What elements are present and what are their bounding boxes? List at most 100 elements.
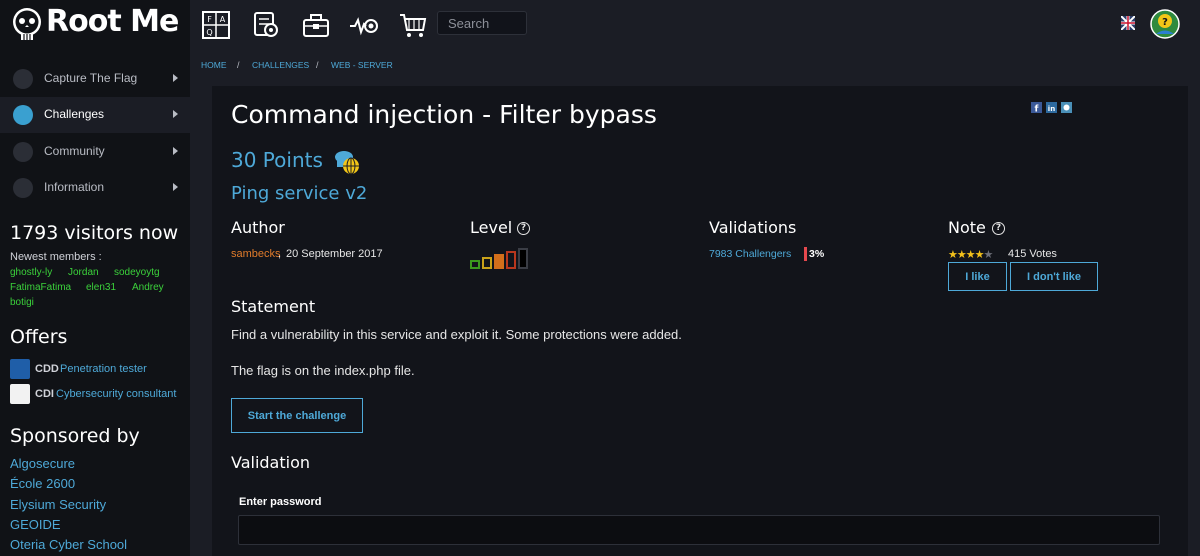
member-link[interactable]: ghostly-ly xyxy=(10,267,52,278)
news-icon[interactable] xyxy=(349,10,379,40)
sidebar-item-label: Information xyxy=(44,180,105,194)
password-input[interactable] xyxy=(238,515,1160,545)
breadcrumb-home[interactable]: HOME xyxy=(201,60,227,70)
level-bar-2 xyxy=(482,257,492,269)
star-icon: ★ xyxy=(983,249,994,261)
community-icon xyxy=(13,142,33,162)
validation-percent-bar xyxy=(804,247,807,261)
chevron-right-icon xyxy=(173,147,178,155)
level-bar-1 xyxy=(470,260,480,269)
svg-text:?: ? xyxy=(1162,17,1168,28)
twitter-share-icon[interactable] xyxy=(1061,102,1072,113)
member-link[interactable]: FatimaFatima xyxy=(10,282,71,293)
like-button[interactable]: I like xyxy=(948,262,1007,291)
sidebar-item-capture-the-flag[interactable]: Capture The Flag xyxy=(0,61,190,97)
sidebar-item-information[interactable]: Information xyxy=(0,170,190,206)
note-heading: Note xyxy=(948,218,986,237)
user-avatar[interactable]: ? xyxy=(1150,9,1180,39)
faq-icon[interactable]: F A Q xyxy=(201,10,231,40)
offer-link[interactable]: Cybersecurity consultant xyxy=(56,388,176,400)
svg-text:in: in xyxy=(1048,105,1055,113)
member-link[interactable]: Jordan xyxy=(68,267,99,278)
svg-text:F: F xyxy=(207,15,212,24)
start-challenge-button[interactable]: Start the challenge xyxy=(231,398,363,433)
validations-heading: Validations xyxy=(709,218,797,237)
sidebar-item-label: Challenges xyxy=(44,107,105,121)
newest-members-label: Newest members : xyxy=(10,251,102,263)
svg-text:Q: Q xyxy=(206,28,212,37)
note-help-icon[interactable]: ? xyxy=(992,222,1005,235)
breadcrumb-web-server[interactable]: WEB - SERVER xyxy=(331,60,393,70)
cdd-offer-icon xyxy=(10,359,30,379)
author-heading: Author xyxy=(231,218,285,237)
sidebar-item-label: Community xyxy=(44,144,105,158)
language-flag-icon[interactable] xyxy=(1121,16,1135,30)
offer-code: CDI xyxy=(35,388,54,400)
sidebar-item-label: Capture The Flag xyxy=(44,71,138,85)
sponsor-link[interactable]: GEOIDE xyxy=(10,517,61,532)
level-bar-4 xyxy=(506,251,516,269)
sponsor-link[interactable]: Elysium Security xyxy=(10,497,106,512)
skull-logo-icon xyxy=(13,8,41,40)
validations-link[interactable]: 7983 Challengers xyxy=(709,248,791,260)
svg-text:f: f xyxy=(1035,105,1039,114)
star-icon: ★ xyxy=(974,249,985,261)
chevron-right-icon xyxy=(173,110,178,118)
star-icon: ★ xyxy=(948,249,958,261)
validation-heading: Validation xyxy=(231,453,311,472)
information-icon xyxy=(13,178,33,198)
top-bar: Root Me F A Q Search ? xyxy=(0,0,1200,48)
challenge-title: Command injection - Filter bypass xyxy=(231,100,657,129)
statement-text: The flag is on the index.php file. xyxy=(231,363,415,378)
offer-link[interactable]: Penetration tester xyxy=(60,363,147,375)
linkedin-share-icon[interactable]: in xyxy=(1046,102,1057,113)
sponsor-link[interactable]: École 2600 xyxy=(10,476,75,491)
rating-stars: ★★★★★ xyxy=(948,248,994,261)
statement-text: Find a vulnerability in this service and… xyxy=(231,327,682,342)
member-link[interactable]: botigi xyxy=(10,297,34,308)
sponsor-link[interactable]: Algosecure xyxy=(10,456,75,471)
star-icon: ★ xyxy=(965,249,976,261)
challenges-icon xyxy=(13,105,33,125)
sidebar: Capture The Flag Challenges Community In… xyxy=(0,48,190,556)
dislike-button[interactable]: I don't like xyxy=(1010,262,1098,291)
chevron-right-icon xyxy=(173,74,178,82)
shop-icon[interactable] xyxy=(398,10,428,40)
sidebar-item-community[interactable]: Community xyxy=(0,134,190,170)
author-comma: , xyxy=(278,248,282,260)
level-help-icon[interactable]: ? xyxy=(517,222,530,235)
challenge-points: 30 Points xyxy=(231,148,323,172)
offer-code: CDD xyxy=(35,363,59,375)
chevron-right-icon xyxy=(173,183,178,191)
logo[interactable]: Root Me xyxy=(0,0,190,48)
web-server-category-icon xyxy=(335,151,359,175)
level-bar-3 xyxy=(494,254,504,269)
sponsored-heading: Sponsored by xyxy=(10,425,140,447)
validation-percent: 3% xyxy=(809,248,825,260)
breadcrumb-separator: / xyxy=(316,60,319,70)
visitors-count: 1793 visitors now xyxy=(10,222,179,244)
challenge-subtitle: Ping service v2 xyxy=(231,183,368,204)
member-link[interactable]: sodeyoytg xyxy=(114,267,160,278)
ctf-icon xyxy=(13,69,33,89)
breadcrumb-challenges[interactable]: CHALLENGES xyxy=(252,60,309,70)
documentation-icon[interactable] xyxy=(251,10,281,40)
challenge-date: 20 September 2017 xyxy=(286,248,383,260)
breadcrumb-separator: / xyxy=(237,60,240,70)
password-label: Enter password xyxy=(239,496,322,508)
sponsor-link[interactable]: Oteria Cyber School xyxy=(10,537,127,552)
cdi-offer-icon xyxy=(10,384,30,404)
logo-text: Root Me xyxy=(46,4,179,39)
member-link[interactable]: Andrey xyxy=(132,282,164,293)
star-icon: ★ xyxy=(956,249,967,261)
author-link[interactable]: sambecks xyxy=(231,248,281,260)
sidebar-item-challenges[interactable]: Challenges xyxy=(0,97,190,133)
statement-heading: Statement xyxy=(231,297,316,316)
tools-icon[interactable] xyxy=(301,10,331,40)
svg-text:A: A xyxy=(220,15,226,24)
level-bar-5 xyxy=(518,248,528,269)
member-link[interactable]: elen31 xyxy=(86,282,116,293)
search-input[interactable] xyxy=(437,11,527,35)
offers-heading: Offers xyxy=(10,326,68,348)
facebook-share-icon[interactable]: f xyxy=(1031,102,1042,113)
